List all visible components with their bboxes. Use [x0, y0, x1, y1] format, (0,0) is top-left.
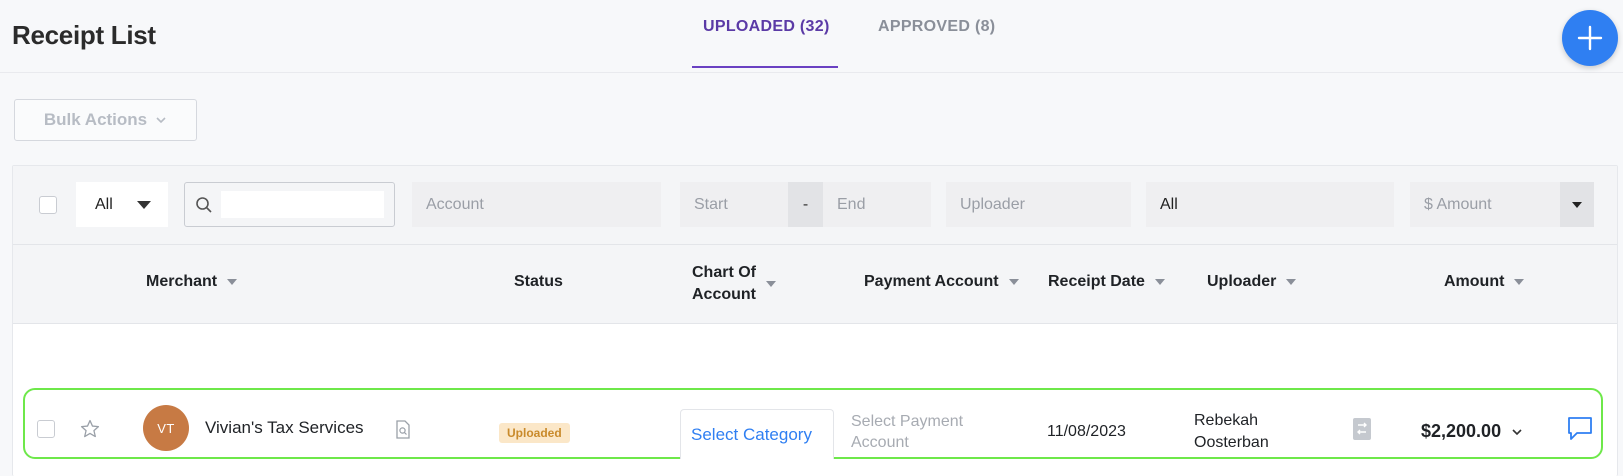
uploader-first-name: Rebekah [1194, 412, 1259, 429]
select-payment-account[interactable]: Select Payment Account [851, 411, 981, 453]
column-payment-account-label: Payment Account [864, 273, 999, 290]
receipt-date: 11/08/2023 [1047, 423, 1126, 440]
row-checkbox[interactable] [37, 420, 55, 438]
amount-filter-dropdown[interactable] [1560, 182, 1594, 227]
uploader-filter[interactable]: Uploader [946, 182, 1131, 227]
filter-bar: All Account Start - End Uploader All $ A… [13, 166, 1617, 245]
sort-caret-icon [1154, 279, 1165, 285]
tab-approved[interactable]: APPROVED (8) [878, 18, 995, 36]
sort-caret-icon [1286, 279, 1297, 285]
column-coa-line1: Chart Of [692, 264, 756, 281]
amount-filter[interactable]: $ Amount [1410, 182, 1560, 227]
end-date-filter[interactable]: End [823, 182, 931, 227]
tab-uploaded[interactable]: UPLOADED (32) [703, 18, 830, 36]
date-range-separator: - [788, 182, 823, 227]
transfer-document-icon[interactable] [1351, 417, 1373, 441]
column-coa-line2: Account [692, 286, 756, 303]
sort-caret-icon [1514, 279, 1525, 285]
column-payment-account[interactable]: Payment Account [864, 273, 1019, 291]
chevron-down-icon [1511, 428, 1523, 436]
column-receipt-date[interactable]: Receipt Date [1048, 273, 1165, 291]
account-filter[interactable]: Account [412, 182, 661, 227]
column-merchant[interactable]: Merchant [146, 273, 238, 291]
caret-down-icon [1572, 201, 1582, 208]
merchant-name[interactable]: Vivian's Tax Services [205, 418, 364, 438]
favorite-star-icon[interactable] [78, 417, 102, 441]
search-icon [195, 196, 213, 214]
page-title: Receipt List [12, 20, 156, 50]
uploader-last-name: Oosterban [1194, 434, 1269, 451]
comment-icon[interactable] [1565, 413, 1595, 443]
table-header: Merchant Status Chart Of Account Payment… [13, 245, 1617, 324]
header-divider [0, 72, 1623, 73]
type-filter-select[interactable]: All [76, 182, 168, 227]
column-uploader-label: Uploader [1207, 273, 1277, 290]
status-badge: Uploaded [499, 423, 570, 443]
caret-down-icon [137, 201, 151, 209]
view-receipt-icon[interactable] [393, 418, 413, 440]
column-amount-label: Amount [1444, 273, 1505, 290]
column-merchant-label: Merchant [146, 273, 218, 290]
column-status-label: Status [514, 273, 563, 290]
column-chart-of-account[interactable]: Chart Of Account [692, 262, 776, 306]
amount-cell[interactable]: $2,200.00 [1421, 421, 1523, 442]
bulk-actions-label: Bulk Actions [43, 110, 148, 129]
column-status: Status [514, 273, 563, 291]
type-filter-value: All [95, 195, 113, 213]
sort-caret-icon [227, 279, 238, 285]
avatar: VT [143, 405, 189, 451]
select-category-dropdown[interactable]: Select Category [680, 409, 834, 459]
sort-caret-icon [766, 281, 776, 287]
column-uploader[interactable]: Uploader [1207, 273, 1297, 291]
start-date-filter[interactable]: Start [680, 182, 788, 227]
add-receipt-button[interactable] [1562, 10, 1618, 66]
column-receipt-date-label: Receipt Date [1048, 273, 1145, 290]
tab-active-underline [692, 66, 838, 68]
sort-caret-icon [1008, 279, 1019, 285]
search-field[interactable] [184, 182, 395, 227]
column-chart-of-account-label: Chart Of Account [692, 262, 756, 306]
status-filter-select[interactable]: All [1146, 182, 1394, 227]
plus-icon [1576, 24, 1604, 52]
bulk-actions-button[interactable]: Bulk Actions [14, 99, 197, 141]
amount-value: $2,200.00 [1421, 421, 1502, 441]
search-input[interactable] [221, 191, 384, 218]
select-all-checkbox[interactable] [39, 196, 57, 214]
uploader-name: Rebekah Oosterban [1194, 410, 1304, 454]
column-amount[interactable]: Amount [1444, 273, 1525, 291]
chevron-down-icon [155, 116, 167, 124]
